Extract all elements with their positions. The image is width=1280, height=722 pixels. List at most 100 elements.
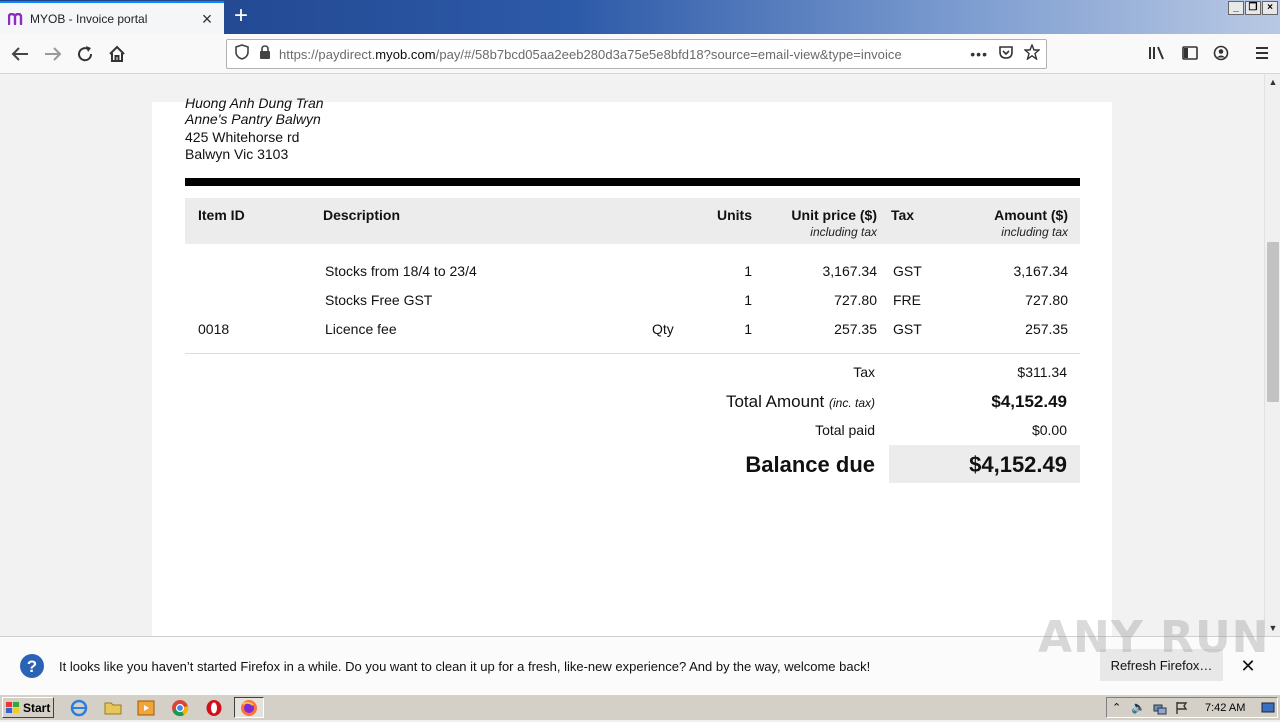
start-button[interactable]: Start	[2, 697, 54, 718]
column-tax: Tax	[891, 207, 915, 223]
account-icon[interactable]	[1213, 45, 1229, 66]
new-tab-button[interactable]: +	[228, 4, 254, 30]
pocket-icon[interactable]	[998, 44, 1014, 65]
column-unit-price-note: including tax	[810, 225, 877, 239]
row-description: Stocks from 18/4 to 23/4	[325, 263, 477, 279]
row-tax-code: GST	[893, 321, 922, 337]
back-button[interactable]	[7, 41, 33, 67]
opera-icon[interactable]	[205, 699, 223, 717]
row-units: 1	[744, 292, 752, 308]
flag-icon[interactable]	[1175, 701, 1189, 718]
lock-icon[interactable]	[259, 44, 271, 64]
row-description: Licence fee	[325, 321, 397, 337]
close-window-button[interactable]: ×	[1262, 1, 1278, 15]
column-units: Units	[717, 207, 752, 223]
restore-button[interactable]: ❐	[1245, 1, 1261, 15]
total-paid-value: $0.00	[1031, 422, 1067, 438]
forward-button[interactable]	[40, 41, 66, 67]
table-row: Stocks from 18/4 to 23/4 1 3,167.34 GST …	[185, 263, 1080, 283]
myob-favicon-icon	[8, 11, 24, 27]
watermark: ANY RUN	[1038, 612, 1270, 663]
firefox-taskbar-button[interactable]	[234, 697, 264, 718]
scroll-thumb[interactable]	[1267, 242, 1279, 402]
row-description: Stocks Free GST	[325, 292, 433, 308]
tab-title: MYOB - Invoice portal	[30, 11, 148, 26]
customer-name: Huong Anh Dung Tran	[185, 95, 324, 111]
start-label: Start	[23, 700, 51, 715]
chrome-icon[interactable]	[171, 699, 189, 717]
row-unit-price: 727.80	[834, 292, 877, 308]
total-amount-label: Total Amount (inc. tax)	[726, 392, 875, 412]
volume-icon[interactable]: 🔈	[1131, 700, 1146, 714]
taskbar: Start ⌃ 🔈 7:42 AM	[0, 694, 1280, 720]
address-bar[interactable]: https://paydirect.myob.com/pay/#/58b7bcd…	[226, 39, 1047, 69]
row-item-id: 0018	[198, 321, 230, 337]
url-path: /pay/#/58b7bcd05aa2eeb280d3a75e5e8bfd18?…	[435, 46, 902, 62]
ie-icon[interactable]	[70, 699, 88, 717]
header-divider	[185, 178, 1080, 186]
balance-due-label: Balance due	[745, 452, 875, 477]
total-amount-note: (inc. tax)	[828, 396, 875, 410]
media-player-icon[interactable]	[137, 699, 155, 717]
row-uom: Qty	[652, 321, 674, 337]
total-amount-text: Total Amount	[725, 392, 825, 411]
tax-value: $311.34	[1017, 364, 1067, 380]
total-amount-value: $4,152.49	[991, 392, 1067, 411]
windows-logo-icon	[6, 701, 19, 713]
minimize-button[interactable]: _	[1228, 1, 1244, 15]
column-description: Description	[323, 207, 401, 223]
total-paid-label: Total paid	[815, 422, 875, 438]
home-button[interactable]	[104, 41, 130, 67]
window-controls: _ ❐ ×	[1228, 1, 1278, 15]
page-actions-icon[interactable]: •••	[970, 46, 988, 62]
row-tax-code: FRE	[893, 292, 921, 308]
browser-tab[interactable]: MYOB - Invoice portal ×	[0, 1, 224, 34]
balance-due-value: $4,152.49	[969, 452, 1067, 477]
customer-suburb: Balwyn Vic 3103	[185, 146, 289, 162]
tab-close-icon[interactable]: ×	[198, 10, 216, 28]
scroll-up-icon[interactable]: ▲	[1265, 74, 1280, 90]
system-tray: ⌃ 🔈 7:42 AM	[1106, 697, 1278, 718]
customer-street: 425 Whitehorse rd	[185, 129, 300, 145]
table-row: 0018 Licence fee Qty 1 257.35 GST 257.35	[185, 321, 1080, 341]
summary-divider	[185, 353, 1080, 354]
shield-icon[interactable]	[235, 43, 249, 65]
tray-expand-icon[interactable]: ⌃	[1112, 701, 1121, 714]
sidebar-icon[interactable]	[1182, 45, 1198, 66]
vertical-scrollbar[interactable]: ▲ ▼	[1264, 74, 1280, 636]
navigation-bar: https://paydirect.myob.com/pay/#/58b7bcd…	[0, 34, 1280, 74]
row-amount: 3,167.34	[1013, 263, 1069, 279]
home-icon	[109, 45, 125, 62]
library-icon[interactable]	[1148, 45, 1166, 66]
invoice-document: Huong Anh Dung Tran Anne's Pantry Balwyn…	[152, 95, 1112, 636]
column-unit-price: Unit price ($)	[791, 207, 877, 223]
firefox-icon	[241, 700, 257, 716]
row-unit-price: 3,167.34	[822, 263, 878, 279]
row-amount: 727.80	[1025, 292, 1068, 308]
show-desktop-icon[interactable]	[1261, 702, 1275, 717]
title-bar: MYOB - Invoice portal × + _ ❐ ×	[0, 0, 1280, 34]
row-units: 1	[744, 263, 752, 279]
question-icon: ?	[19, 653, 45, 679]
column-item-id: Item ID	[198, 207, 245, 223]
url-action-icons: •••	[970, 42, 1041, 65]
row-tax-code: GST	[893, 263, 922, 279]
hamburger-menu-icon[interactable]	[1254, 45, 1270, 66]
clock: 7:42 AM	[1205, 702, 1246, 714]
row-unit-price: 257.35	[834, 321, 877, 337]
bookmark-star-icon[interactable]	[1023, 42, 1041, 65]
customer-business: Anne's Pantry Balwyn	[185, 111, 321, 127]
page-viewport: Huong Anh Dung Tran Anne's Pantry Balwyn…	[0, 74, 1264, 636]
url-text: https://paydirect.myob.com/pay/#/58b7bcd…	[279, 47, 970, 62]
url-prefix: https://paydirect.	[279, 46, 376, 62]
tax-label: Tax	[853, 364, 875, 380]
back-arrow-icon	[11, 47, 28, 61]
reload-icon	[78, 46, 93, 62]
row-amount: 257.35	[1025, 321, 1068, 337]
column-amount-note: including tax	[1001, 225, 1068, 239]
network-icon[interactable]	[1153, 701, 1167, 718]
table-row: Stocks Free GST 1 727.80 FRE 727.80	[185, 292, 1080, 312]
folder-icon[interactable]	[104, 699, 122, 717]
reload-button[interactable]	[72, 41, 98, 67]
column-amount: Amount ($)	[994, 207, 1068, 223]
